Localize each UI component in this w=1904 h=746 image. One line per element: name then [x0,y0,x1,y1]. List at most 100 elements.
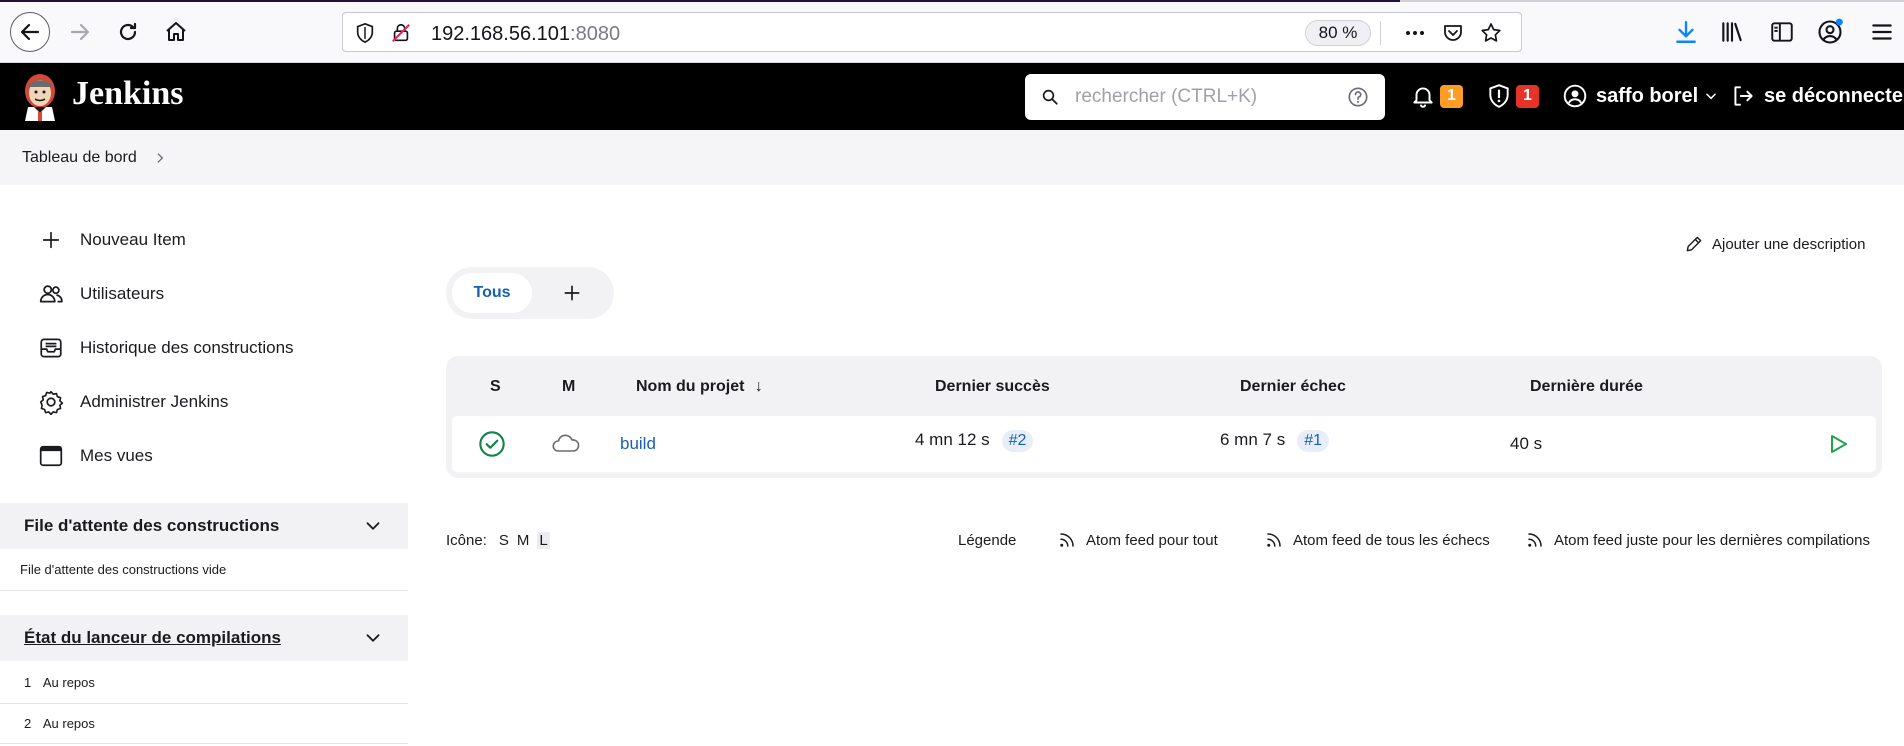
shield-alert-icon [1489,84,1509,108]
address-bar[interactable]: 192.168.56.101:8080 80 % [342,12,1522,52]
search-icon [1042,89,1058,105]
pane-divider [0,590,408,591]
hamburger-menu-icon[interactable] [1868,18,1896,46]
notifications-button[interactable]: 1 [1410,81,1463,111]
last-duration: 40 s [1510,434,1543,453]
success-status-icon[interactable] [478,430,506,458]
collapse-chevron-icon[interactable] [362,627,384,649]
column-status[interactable]: S [490,378,501,396]
users-icon [38,281,64,307]
back-button[interactable] [10,12,50,52]
atom-feed-latest-link[interactable]: Atom feed juste pour les dernières compi… [1526,528,1870,552]
sidebar-item-label: Administrer Jenkins [80,392,229,411]
user-avatar-icon [1563,84,1587,108]
sidebar-item-build-history[interactable]: Historique des constructions [38,331,294,365]
last-failure-build-link[interactable]: #1 [1297,430,1329,452]
new-view-button[interactable] [558,279,586,307]
sidebar-item-my-views[interactable]: Mes vues [38,439,153,473]
column-last-success[interactable]: Dernier succès [935,378,1050,396]
help-icon[interactable] [1347,86,1369,108]
executor-row[interactable]: 2 Au repos [24,716,95,731]
add-description-link[interactable]: Ajouter une description [1684,234,1865,254]
atom-feed-all-link[interactable]: Atom feed pour tout [1058,528,1218,552]
chevron-down-icon [1706,93,1717,100]
last-success-build-link[interactable]: #2 [1001,430,1034,452]
search-input[interactable] [1075,84,1335,110]
sidebar-item-users[interactable]: Utilisateurs [38,277,164,311]
sidebar-item-manage-jenkins[interactable]: Administrer Jenkins [38,385,228,419]
icon-size-medium[interactable]: M [517,532,530,549]
tab-all[interactable]: Tous [452,273,532,313]
atom-feed-latest-label: Atom feed juste pour les dernières compi… [1554,531,1870,549]
cloudy-weather-icon[interactable] [550,430,582,458]
build-queue-title: File d'attente des constructions [24,516,280,535]
executor-number: 1 [24,675,32,690]
pane-divider [0,703,408,704]
last-failure-time: 6 mn 7 s [1220,430,1286,449]
executor-row[interactable]: 1 Au repos [24,675,95,690]
account-icon[interactable] [1816,18,1844,46]
rss-icon [1528,533,1542,547]
table-row: build 4 mn 12 s #2 6 mn 7 s #1 40 s [452,416,1876,472]
column-project-name-label: Nom du projet [636,378,745,395]
column-weather[interactable]: M [562,378,575,396]
browser-toolbar: 192.168.56.101:8080 80 % [0,0,1904,63]
insecure-lock-icon[interactable] [389,21,413,45]
zoom-level[interactable]: 80 % [1305,20,1371,46]
sidebar-item-label: Utilisateurs [80,284,165,303]
home-button[interactable] [156,12,196,52]
sidebar-item-label: Historique des constructions [80,338,294,357]
search-box[interactable] [1025,74,1385,120]
forward-button[interactable] [60,12,100,52]
view-tabs: Tous [446,267,614,319]
reload-button[interactable] [108,12,148,52]
column-last-failure[interactable]: Dernier échec [1240,378,1346,396]
url-host: 192.168.56.101 [431,23,571,45]
last-success-cell: 4 mn 12 s #2 [915,430,1034,452]
legend-link[interactable]: Légende [958,528,1016,552]
add-description-label: Ajouter une description [1712,235,1866,253]
icon-size-small[interactable]: S [499,532,509,549]
user-menu[interactable]: saffo borel [1562,81,1718,111]
atom-feed-failures-link[interactable]: Atom feed de tous les échecs [1265,528,1490,552]
inbox-icon [38,335,64,361]
jenkins-logo-icon[interactable] [20,71,60,123]
url-port: :8080 [570,23,621,45]
last-success-time: 4 mn 12 s [915,430,990,449]
job-name[interactable]: build [620,434,656,453]
breadcrumb-bar: Tableau de bord [0,130,1904,185]
build-queue-header[interactable]: File d'attente des constructions [0,503,408,549]
icon-size-large[interactable]: L [537,531,550,549]
jenkins-brand[interactable]: Jenkins [72,75,184,113]
icon-size-selector: Icône: S M L [446,528,550,552]
logout-button[interactable]: se déconnecter [1730,81,1904,111]
page-actions-icon[interactable] [1403,21,1427,45]
column-last-duration[interactable]: Dernière durée [1530,378,1643,396]
rss-icon [1267,533,1281,547]
chevron-right-icon[interactable] [153,151,167,165]
executor-status: Au repos [42,716,95,731]
collapse-chevron-icon[interactable] [362,515,384,537]
library-icon[interactable] [1718,18,1746,46]
bookmark-star-icon[interactable] [1479,21,1503,45]
breadcrumb-dashboard[interactable]: Tableau de bord [22,149,137,167]
user-name: saffo borel [1596,84,1699,107]
plus-icon [564,285,580,301]
build-now-icon[interactable] [1826,432,1850,456]
sidebar-toggle-icon[interactable] [1768,18,1796,46]
security-alerts-button[interactable]: 1 [1486,81,1539,111]
pocket-icon[interactable] [1441,21,1465,45]
gear-icon [38,389,64,415]
executor-status: Au repos [42,675,95,690]
last-failure-cell: 6 mn 7 s #1 [1220,430,1329,452]
downloads-icon[interactable] [1672,18,1700,46]
executors-header[interactable]: État du lanceur de compilations [0,615,408,661]
executors-title[interactable]: État du lanceur de compilations [24,628,281,648]
column-project-name[interactable]: Nom du projet ↓ [636,378,763,396]
sidebar-item-new-item[interactable]: Nouveau Item [38,223,186,257]
job-link-build[interactable]: build [620,434,656,454]
tracking-shield-icon[interactable] [353,21,377,45]
breadcrumb: Tableau de bord [22,149,167,167]
window-icon [38,443,64,469]
url-text: 192.168.56.101:8080 [431,23,620,46]
